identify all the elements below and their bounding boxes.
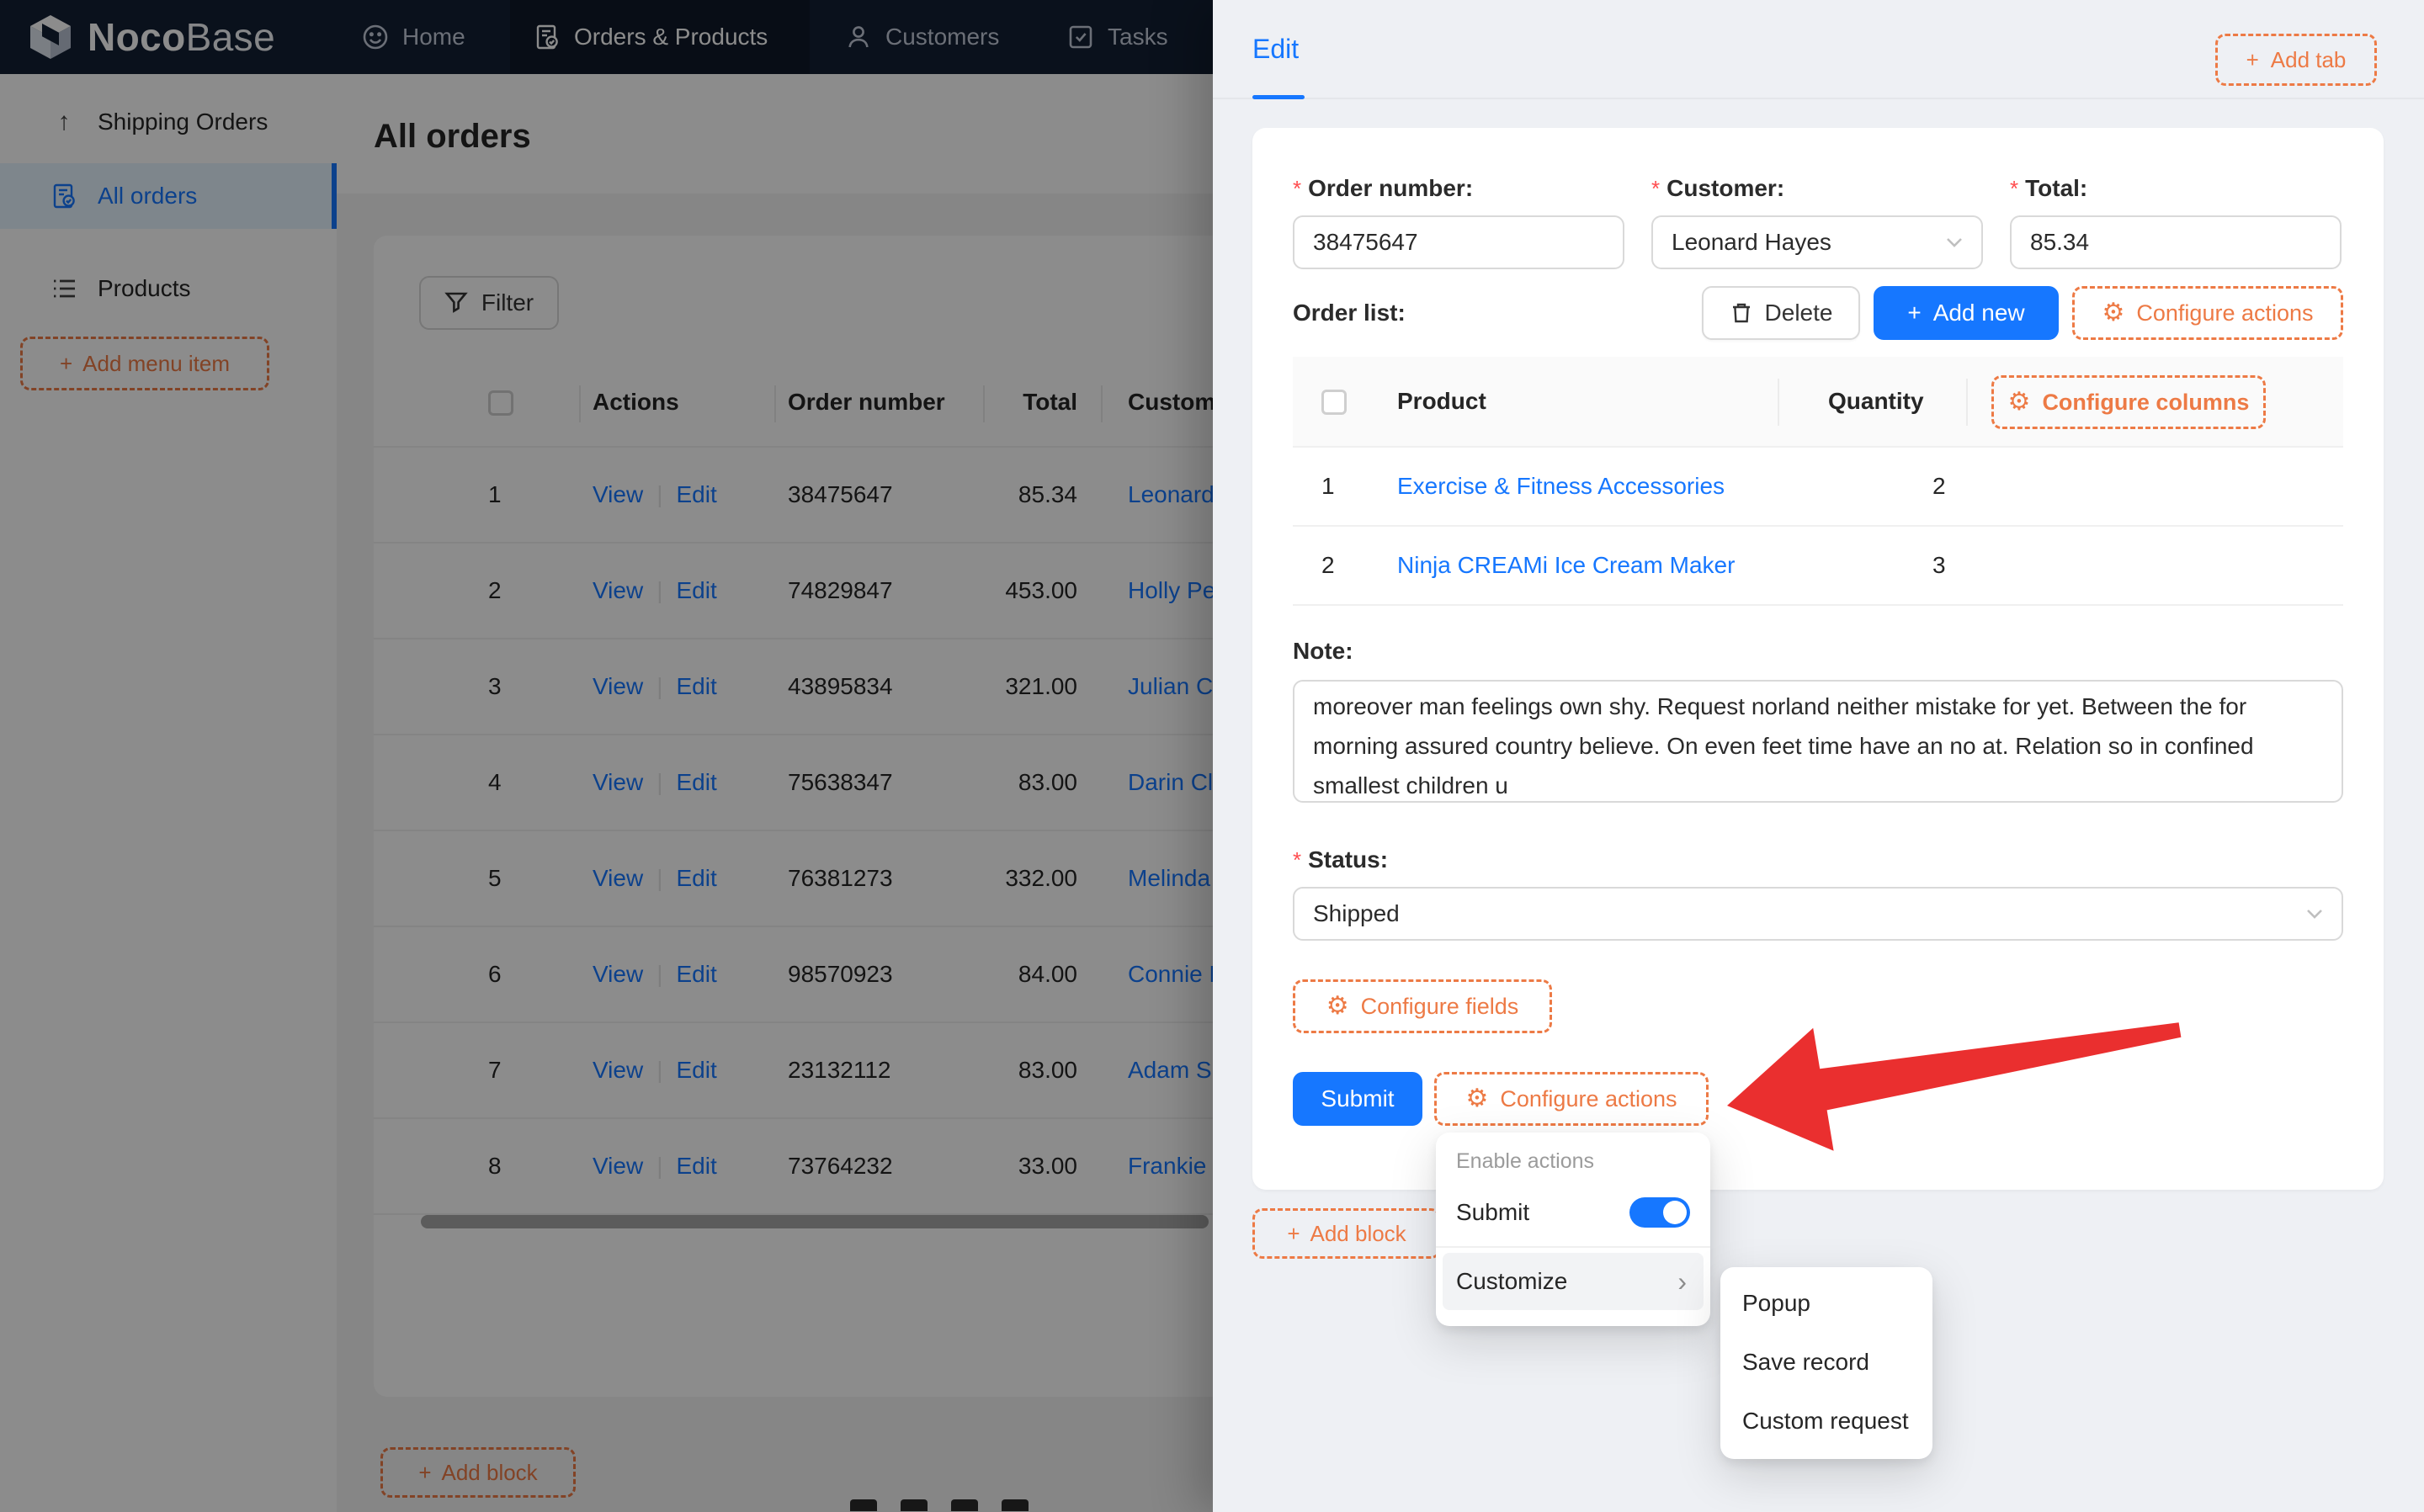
total-input[interactable] (2010, 215, 2342, 269)
note-label: Note: (1293, 638, 1353, 664)
configure-fields-button[interactable]: ⚙ Configure fields (1293, 979, 1552, 1033)
quantity-cell: 3 (1932, 552, 1946, 578)
plus-icon: + (1907, 300, 1922, 326)
edit-form-card: *Order number: *Customer: *Total: Leonar… (1252, 128, 2384, 1190)
menu-item-submit[interactable]: Submit (1436, 1184, 1710, 1241)
row-index: 2 (1321, 552, 1335, 578)
menu-group-label: Enable actions (1456, 1149, 1595, 1173)
status-label: * Status: (1293, 846, 1389, 873)
order-list-subtable: Product Quantity ⚙ Configure columns 1 E… (1293, 357, 2343, 606)
customer-label: * Customer: (1651, 175, 1785, 201)
submenu-item-save-record[interactable]: Save record (1720, 1333, 1932, 1392)
customize-submenu: Popup Save record Custom request (1720, 1267, 1932, 1459)
product-link[interactable]: Ninja CREAMi Ice Cream Maker (1397, 552, 1735, 578)
chevron-down-icon (1946, 237, 1963, 247)
submit-button[interactable]: Submit (1293, 1072, 1422, 1126)
menu-item-customize[interactable]: Customize › (1443, 1253, 1704, 1310)
order-number-label: * Order number: (1293, 175, 1474, 201)
row-index: 1 (1321, 473, 1335, 499)
configure-columns-button[interactable]: ⚙ Configure columns (1991, 375, 2266, 429)
order-number-input[interactable] (1293, 215, 1624, 269)
order-list-label: Order list: (1293, 300, 1406, 326)
submenu-item-custom-request[interactable]: Custom request (1720, 1392, 1932, 1451)
column-divider (1966, 379, 1968, 426)
subtable-row: 2 Ninja CREAMi Ice Cream Maker 3 (1293, 527, 2343, 606)
drawer-dim-overlay[interactable] (0, 0, 1213, 1512)
product-cell: Exercise & Fitness Accessories (1374, 473, 1778, 500)
gear-icon: ⚙ (1326, 991, 1349, 1021)
submit-toggle[interactable] (1629, 1197, 1690, 1228)
plus-icon: + (2246, 46, 2259, 72)
configure-actions-menu: Enable actions Submit Customize › (1436, 1133, 1710, 1326)
background-page: NocoBase Home Orders & Products Customer… (0, 0, 1213, 1512)
status-select[interactable]: Shipped (1293, 887, 2343, 941)
drawer-tab-bar: Edit + Add tab (1213, 0, 2424, 99)
column-header-product: Product (1397, 388, 1486, 414)
quantity-cell: 2 (1932, 473, 1946, 499)
gear-icon: ⚙ (1465, 1084, 1489, 1113)
subtable-row: 1 Exercise & Fitness Accessories 2 (1293, 448, 2343, 527)
plus-icon: + (1287, 1220, 1300, 1246)
gear-icon: ⚙ (2102, 298, 2125, 327)
drawer-add-block-button[interactable]: + Add block (1252, 1208, 1441, 1259)
tab-active-underline (1252, 95, 1305, 99)
app-root: NocoBase Home Orders & Products Customer… (0, 0, 2424, 1512)
configure-actions-toolbar-button[interactable]: ⚙ Configure actions (2072, 286, 2343, 340)
total-label: * Total: (2010, 175, 2088, 201)
configure-actions-button[interactable]: ⚙ Configure actions (1434, 1072, 1709, 1126)
column-header-quantity: Quantity (1828, 388, 1924, 414)
chevron-down-icon (2306, 909, 2323, 919)
subtable-select-all-checkbox[interactable] (1293, 388, 1374, 416)
submenu-item-popup[interactable]: Popup (1720, 1274, 1932, 1333)
customer-select[interactable]: Leonard Hayes (1651, 215, 1983, 269)
subtable-header-row: Product Quantity ⚙ Configure columns (1293, 357, 2343, 448)
product-link[interactable]: Exercise & Fitness Accessories (1397, 473, 1725, 499)
column-divider (1778, 379, 1779, 426)
trash-icon (1730, 301, 1753, 325)
tab-edit[interactable]: Edit (1252, 34, 1299, 65)
chevron-right-icon: › (1677, 1265, 1687, 1297)
note-textarea[interactable]: moreover man feelings own shy. Request n… (1293, 680, 2343, 803)
menu-divider (1436, 1246, 1710, 1248)
gear-icon: ⚙ (2007, 387, 2031, 416)
product-cell: Ninja CREAMi Ice Cream Maker (1374, 552, 1778, 579)
delete-button[interactable]: Delete (1702, 286, 1860, 340)
add-new-button[interactable]: + Add new (1874, 286, 2059, 340)
add-tab-button[interactable]: + Add tab (2215, 34, 2377, 86)
